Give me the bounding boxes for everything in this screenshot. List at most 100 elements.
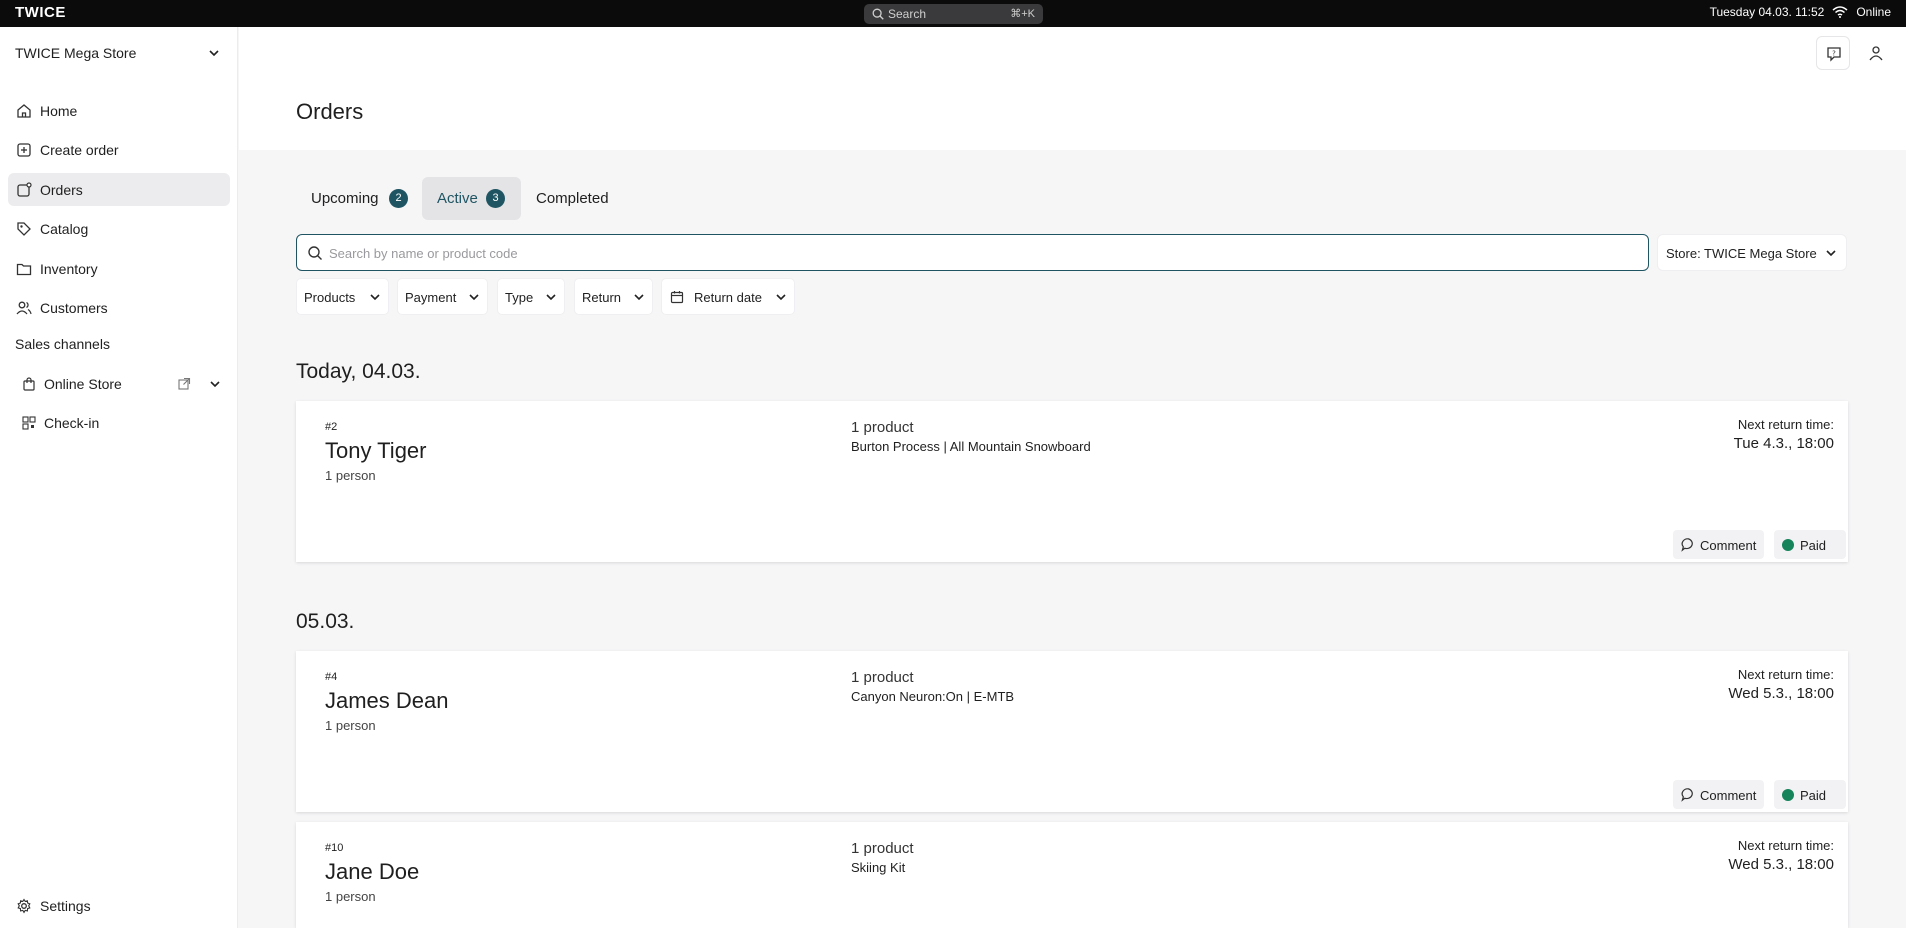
comment-button[interactable]: Comment [1673, 530, 1764, 559]
tab-label: Completed [536, 190, 609, 207]
return-time-label: Next return time: [1737, 667, 1834, 682]
plus-square-icon [17, 143, 31, 157]
order-card[interactable]: #10 Jane Doe 1 person 1 product Skiing K… [296, 822, 1848, 928]
product-name: Canyon Neuron:On | E-MTB [851, 689, 1015, 704]
chevron-down-icon [776, 294, 786, 301]
store-filter-dropdown[interactable]: Store: TWICE Mega Store [1657, 234, 1847, 271]
tag-icon [17, 222, 31, 236]
filter-label: Return [582, 290, 622, 305]
filter-label: Return date [694, 290, 762, 305]
paid-status-dot [1782, 539, 1794, 551]
sidebar-item-home[interactable]: Home [8, 94, 230, 127]
order-card[interactable]: #4 James Dean 1 person 1 product Canyon … [296, 651, 1848, 812]
sidebar-item-check-in[interactable]: Check-in [18, 408, 228, 438]
tab-count-badge: 2 [389, 189, 408, 208]
comment-button[interactable]: Comment [1673, 780, 1764, 809]
user-icon [1869, 46, 1883, 61]
order-number: #10 [325, 842, 344, 854]
comment-label: Comment [1700, 788, 1757, 803]
product-name: Burton Process | All Mountain Snowboard [851, 439, 1091, 454]
sidebar-item-label: Inventory [40, 261, 98, 277]
help-button[interactable]: ? [1816, 36, 1850, 70]
global-search-button[interactable]: Search ⌘+K [864, 4, 1043, 24]
store-name: TWICE Mega Store [15, 45, 137, 61]
external-link-icon[interactable] [177, 377, 191, 391]
search-input[interactable] [329, 243, 1629, 263]
status-area: Tuesday 04.03. 11:52 Online [1710, 5, 1891, 19]
sidebar-item-inventory[interactable]: Inventory [8, 252, 230, 285]
payment-status-label: Paid [1800, 538, 1827, 553]
chevron-down-icon [546, 294, 556, 301]
sidebar-item-label: Customers [40, 300, 108, 316]
account-button[interactable] [1859, 36, 1893, 70]
product-name: Skiing Kit [851, 860, 906, 875]
sidebar-item-label: Catalog [40, 221, 89, 237]
return-time-label: Next return time: [1737, 838, 1834, 853]
order-number: #4 [325, 671, 338, 683]
order-card[interactable]: #2 Tony Tiger 1 person 1 product Burton … [296, 401, 1848, 562]
return-time-label: Next return time: [1737, 417, 1834, 432]
paid-status-dot [1782, 789, 1794, 801]
product-count: 1 product [851, 669, 914, 686]
sales-channels-heading: Sales channels [15, 336, 110, 352]
sidebar-item-online-store[interactable]: Online Store [18, 369, 228, 399]
tab-upcoming[interactable]: Upcoming 2 [296, 177, 416, 220]
folder-icon [16, 263, 32, 276]
comment-label: Comment [1700, 538, 1757, 553]
payment-status-label: Paid [1800, 788, 1827, 803]
chevron-down-icon [634, 294, 644, 301]
online-status: Online [1856, 5, 1891, 19]
date-group-heading: 05.03. [296, 610, 355, 633]
filter-return-date[interactable]: Return date [661, 278, 795, 315]
wifi-icon [1832, 6, 1848, 18]
page-header: ? Orders [239, 27, 1906, 150]
person-count: 1 person [325, 468, 376, 483]
chevron-down-icon [370, 294, 380, 301]
sidebar-item-label: Create order [40, 142, 119, 158]
payment-status-badge: Paid [1774, 780, 1846, 809]
filter-type[interactable]: Type [497, 278, 565, 315]
return-time: Tue 4.3., 18:00 [1733, 435, 1834, 452]
svg-text:?: ? [1832, 49, 1836, 57]
product-count: 1 product [851, 419, 914, 436]
sidebar-item-catalog[interactable]: Catalog [8, 212, 230, 245]
filter-return[interactable]: Return [574, 278, 653, 315]
tab-completed[interactable]: Completed [522, 177, 622, 220]
global-search-label: Search [888, 7, 927, 21]
chevron-down-icon[interactable] [208, 377, 222, 391]
person-count: 1 person [325, 889, 376, 904]
sidebar-item-label: Home [40, 103, 78, 119]
filter-label: Products [304, 290, 356, 305]
return-time: Wed 5.3., 18:00 [1728, 685, 1834, 702]
sidebar-item-settings[interactable]: Settings [8, 889, 230, 922]
page-title: Orders [296, 99, 364, 124]
tab-active[interactable]: Active 3 [422, 177, 521, 220]
comment-icon [1681, 788, 1693, 802]
search-shortcut: ⌘+K [1010, 8, 1035, 20]
store-selector[interactable]: TWICE Mega Store [15, 43, 221, 65]
order-search[interactable] [296, 234, 1649, 271]
orders-icon [17, 182, 32, 197]
calendar-icon [670, 291, 684, 304]
payment-status-badge: Paid [1774, 530, 1846, 559]
filter-products[interactable]: Products [296, 278, 389, 315]
comment-icon [1681, 538, 1693, 552]
chevron-down-icon [1826, 250, 1836, 257]
filter-label: Type [505, 290, 534, 305]
sidebar-item-create-order[interactable]: Create order [8, 133, 230, 166]
filter-label: Payment [405, 290, 457, 305]
customer-name: James Dean [325, 688, 449, 713]
product-count: 1 product [851, 840, 914, 857]
date-group-heading: Today, 04.03. [296, 360, 421, 383]
filter-payment[interactable]: Payment [397, 278, 488, 315]
users-icon [16, 301, 32, 315]
sidebar-item-label: Orders [40, 182, 83, 198]
app-logo: TWICE [15, 4, 66, 21]
datetime: Tuesday 04.03. 11:52 [1709, 5, 1825, 19]
sidebar-item-orders[interactable]: Orders [8, 173, 230, 206]
store-filter-label: Store: TWICE Mega Store [1666, 246, 1817, 261]
sidebar-item-customers[interactable]: Customers [8, 291, 230, 324]
return-time: Wed 5.3., 18:00 [1728, 856, 1834, 873]
tab-label: Active [437, 190, 478, 207]
search-icon [872, 8, 884, 20]
